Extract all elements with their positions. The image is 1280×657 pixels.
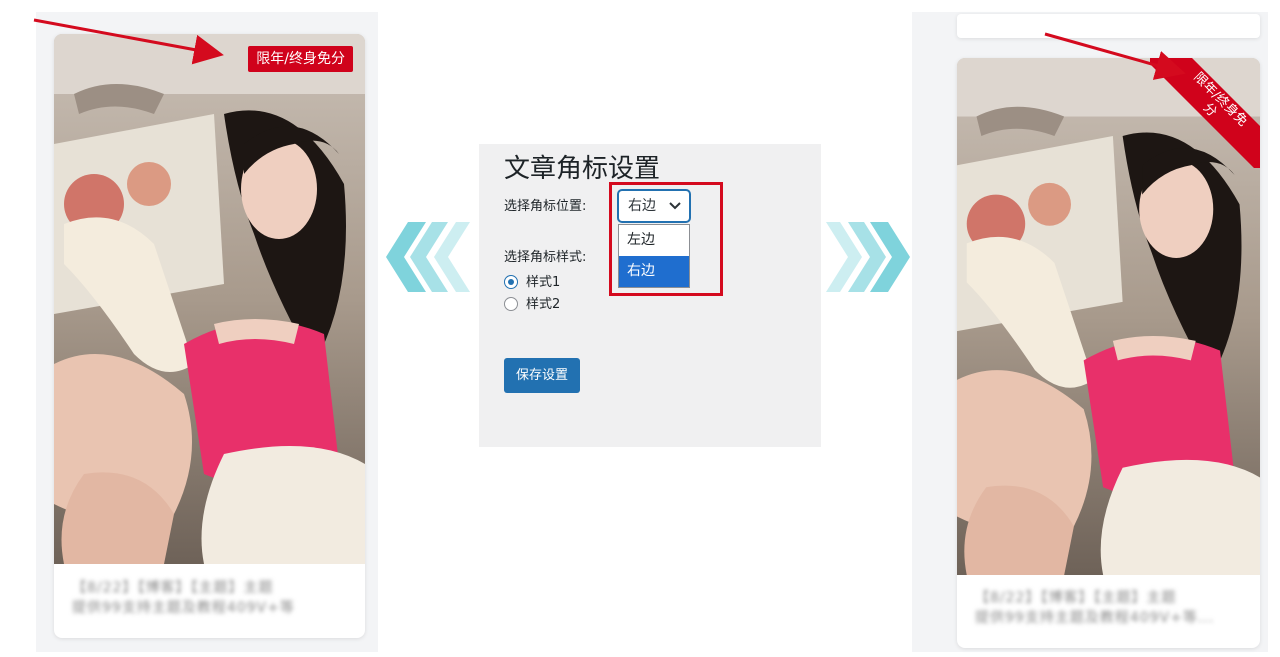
annotation-highlight-box [609,182,723,296]
style-option-label: 样式1 [526,275,561,290]
caption-line: 提供99支持主题及教程409V+等... [975,610,1215,626]
right-post-card[interactable]: 限年/终身免分 【8/22】【博客】【主题】主题 提供99支持主题及教程409V… [957,58,1260,648]
style-label: 选择角标样式: [504,250,587,265]
corner-ribbon: 限年/终身免分 [1150,58,1260,168]
left-post-card[interactable]: 限年/终身免分 【8/22】【博客】【主题】主题 提供99支持主题及教程409V… [54,34,365,638]
double-chevron-right-icon [826,222,910,292]
double-chevron-left-icon [386,222,470,292]
post-caption: 【8/22】【博客】【主题】主题 提供99支持主题及教程409V+等... [975,588,1242,628]
caption-line: 提供99支持主题及教程409V+等 [72,600,295,616]
radio-button[interactable] [504,297,518,311]
post-caption: 【8/22】【博客】【主题】主题 提供99支持主题及教程409V+等 [72,578,347,618]
style-option-label: 样式2 [526,297,561,312]
settings-title: 文章角标设置 [504,154,661,184]
caption-line: 【8/22】【博客】【主题】主题 [975,590,1177,606]
caption-line: 【8/22】【博客】【主题】主题 [72,580,274,596]
radio-button[interactable] [504,275,518,289]
save-settings-button[interactable]: 保存设置 [504,358,581,393]
right-top-strip [957,14,1260,38]
position-label: 选择角标位置: [504,199,587,214]
post-thumbnail [54,34,365,564]
corner-ribbon-text: 限年/终身免分 [1150,58,1260,168]
photo-illustration [54,34,365,564]
style-option-2[interactable]: 样式2 [504,296,560,314]
corner-badge: 限年/终身免分 [248,46,353,72]
style-option-1[interactable]: 样式1 [504,274,560,292]
